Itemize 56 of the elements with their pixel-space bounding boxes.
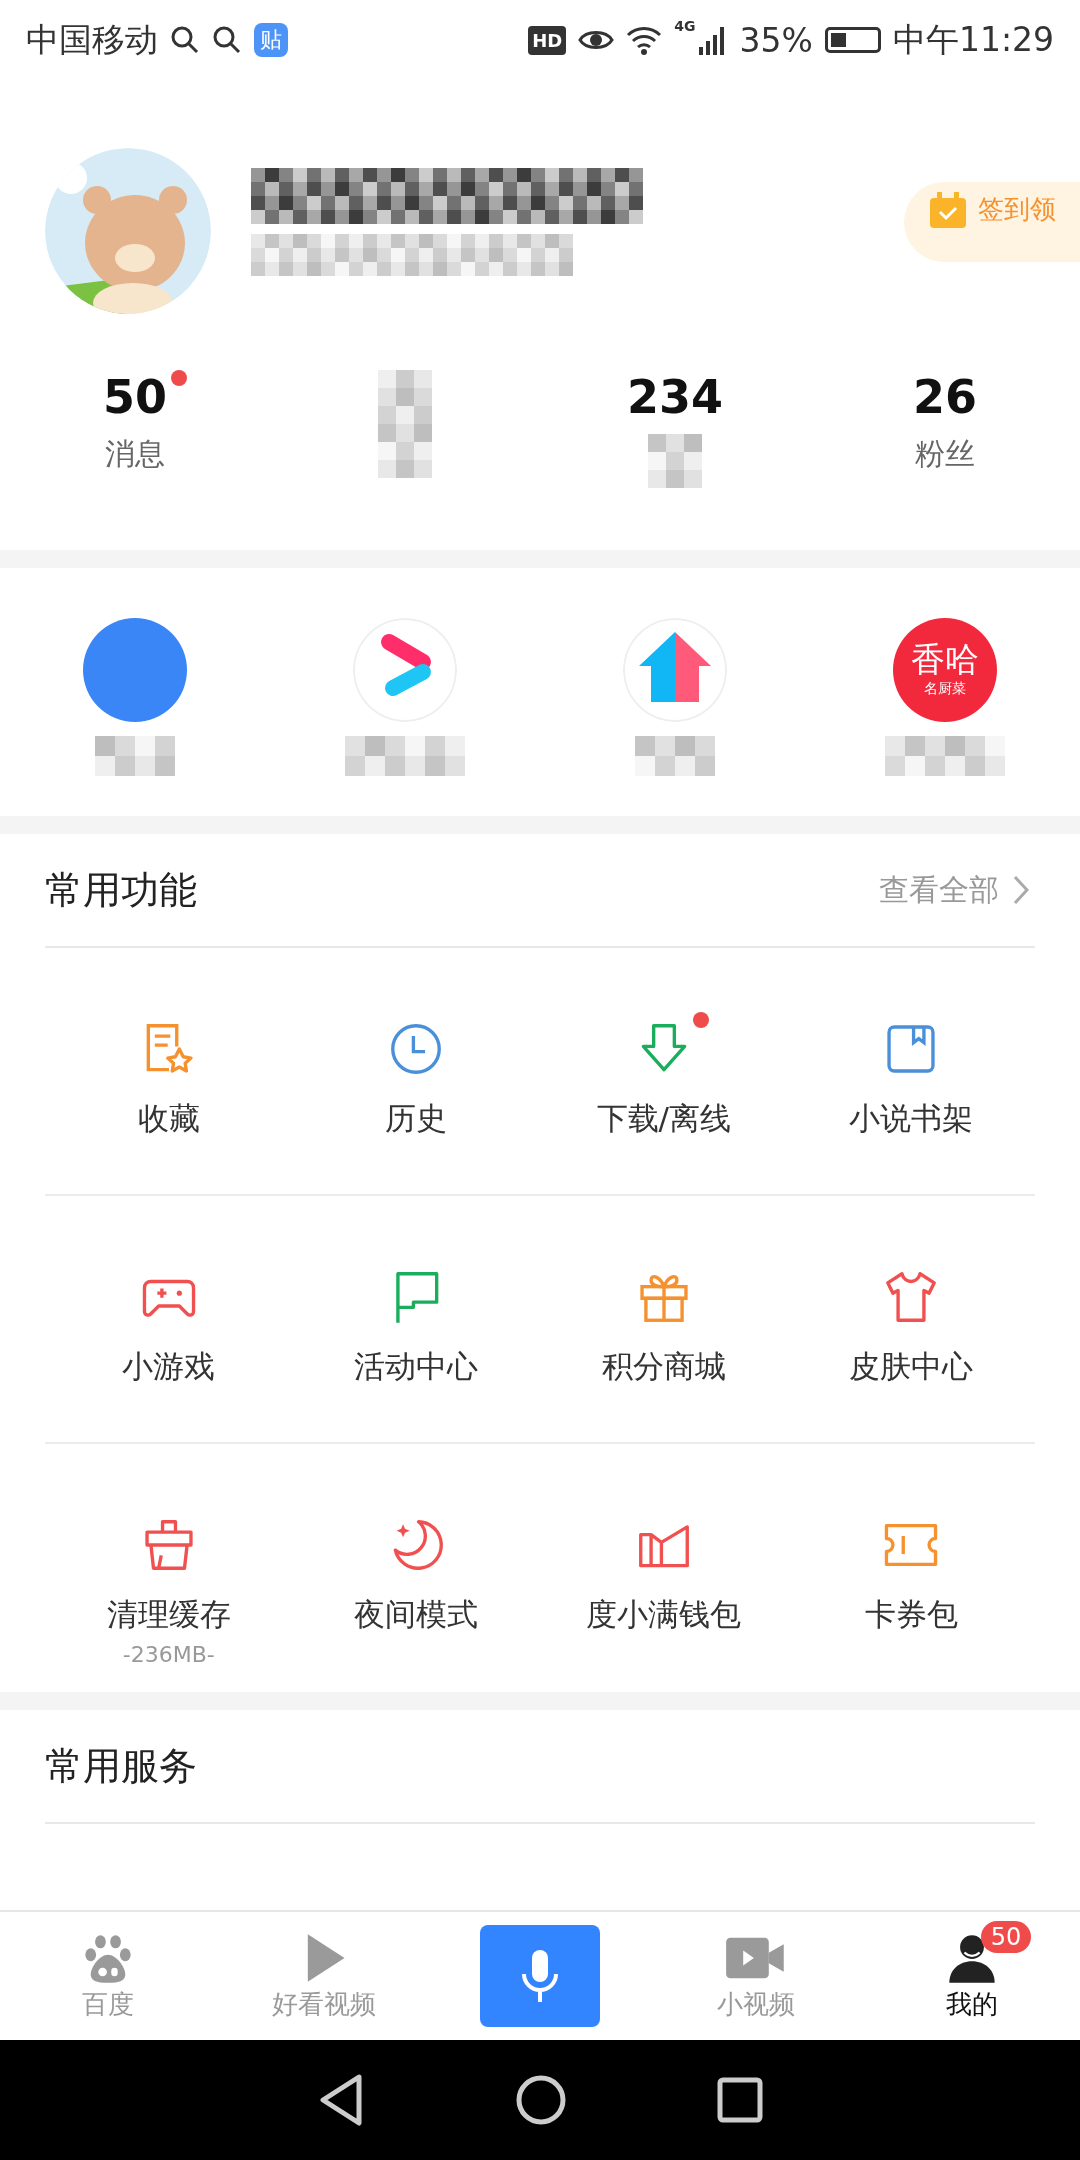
function-label: 活动中心 <box>354 1347 479 1386</box>
stat-count[interactable]: 234 <box>627 370 723 424</box>
stat-count[interactable]: 26 <box>913 370 977 424</box>
search-icon <box>170 25 200 55</box>
voice-search-button[interactable] <box>480 1925 600 2027</box>
function-label: 夜间模式 <box>354 1595 479 1634</box>
count-badge: 50 <box>980 1920 1032 1953</box>
battery-icon <box>824 27 881 53</box>
app-notification-icon: 贴 <box>254 23 288 57</box>
home-icon[interactable] <box>515 2074 567 2126</box>
function-item[interactable]: 度小满钱包 <box>540 1444 788 1692</box>
cache-size: -236MB- <box>122 1642 215 1667</box>
mosaic-blur <box>648 434 702 488</box>
recents-icon[interactable] <box>717 2077 763 2123</box>
chevron-right-icon <box>1013 875 1029 905</box>
battery-percent: 35% <box>739 20 813 60</box>
back-icon[interactable] <box>317 2073 365 2127</box>
function-item[interactable]: 卡券包 <box>787 1444 1035 1692</box>
function-item[interactable]: 历史 <box>292 948 540 1196</box>
carrier-name: 中国移动 <box>26 18 158 61</box>
function-item[interactable]: 积分商城 <box>540 1196 788 1444</box>
app-logo-subtext: 名厨菜 <box>924 680 966 698</box>
function-item[interactable]: 清理缓存 -236MB- <box>45 1444 293 1692</box>
app-logo-text: 香哈 <box>911 642 979 676</box>
function-item[interactable]: 下载/离线 <box>540 948 788 1196</box>
play-app-icon[interactable] <box>353 618 457 722</box>
function-item[interactable]: 小游戏 <box>45 1196 293 1444</box>
stat-count[interactable]: 50 <box>103 370 167 424</box>
wifi-icon <box>626 25 663 55</box>
function-label: 皮肤中心 <box>849 1347 974 1386</box>
function-label: 小游戏 <box>122 1347 216 1386</box>
section-title: 常用功能 <box>45 866 197 914</box>
search-icon <box>212 25 242 55</box>
function-item[interactable]: 夜间模式 <box>292 1444 540 1692</box>
function-item[interactable]: 小说书架 <box>787 948 1035 1196</box>
clock-time: 中午11:29 <box>892 18 1054 61</box>
section-title: 常用服务 <box>45 1742 197 1790</box>
app-icon[interactable]: 香哈 名厨菜 <box>893 618 997 722</box>
house-app-icon[interactable] <box>623 618 727 722</box>
function-label: 下载/离线 <box>596 1099 731 1138</box>
function-label: 度小满钱包 <box>586 1595 742 1634</box>
function-label: 收藏 <box>137 1099 200 1138</box>
stat-label[interactable]: 粉丝 <box>915 434 975 475</box>
function-label: 历史 <box>385 1099 448 1138</box>
function-item[interactable]: 活动中心 <box>292 1196 540 1444</box>
function-label: 小说书架 <box>849 1099 974 1138</box>
hd-icon: HD <box>528 25 567 55</box>
function-item[interactable]: 收藏 <box>45 948 293 1196</box>
function-label: 清理缓存 <box>106 1595 231 1634</box>
network-type: 4G <box>674 18 696 34</box>
function-label: 卡券包 <box>864 1595 958 1634</box>
sign-in-label: 签到领 <box>978 193 1056 226</box>
function-label: 积分商城 <box>601 1347 726 1386</box>
stat-label[interactable]: 消息 <box>105 434 165 475</box>
calendar-icon <box>928 192 968 230</box>
function-item[interactable]: 皮肤中心 <box>787 1196 1035 1444</box>
